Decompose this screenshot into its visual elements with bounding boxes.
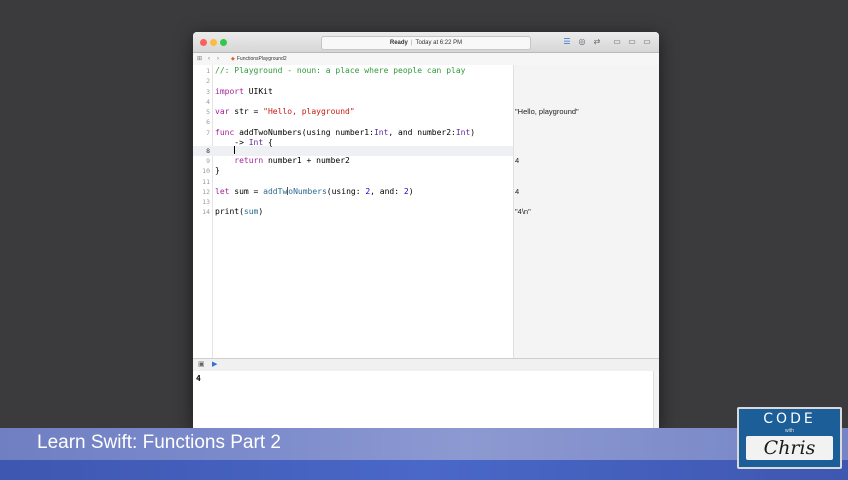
xcode-window: Ready | Today at 6:22 PM ☰ ◎ ⇄ ▭ ▭ ▭ ⊞ ‹ ›… — [193, 32, 659, 428]
assistant-editor-icon[interactable]: ◎ — [576, 37, 588, 47]
run-playground-icon[interactable]: ▶ — [212, 360, 217, 368]
code-text: , and: — [370, 186, 404, 196]
swift-file-icon: ◆ — [231, 56, 235, 62]
line-number: 12 — [202, 187, 210, 196]
line-number: 10 — [202, 167, 210, 176]
code-text: number1 + number2 — [263, 156, 350, 165]
code-text: ) — [258, 207, 264, 217]
logo-chris-text: Chris — [746, 436, 833, 460]
line-number: 1 — [206, 67, 210, 75]
close-window-button[interactable] — [200, 39, 207, 46]
result-value[interactable]: 4 — [515, 156, 519, 166]
line-number: 2 — [206, 77, 210, 86]
code-line-14[interactable]: print(sum) — [215, 207, 263, 217]
variable-ref: sum — [243, 207, 259, 217]
forward-icon[interactable]: › — [217, 53, 219, 65]
code-text: ) — [408, 186, 414, 196]
console-output[interactable]: 4 — [193, 371, 653, 428]
console-text: 4 — [196, 374, 201, 383]
result-value[interactable]: "Hello, playground" — [515, 107, 579, 117]
code-line-7[interactable]: func addTwoNumbers(using number1:Int, an… — [215, 128, 475, 138]
title-bar: Ready | Today at 6:22 PM ☰ ◎ ⇄ ▭ ▭ ▭ — [193, 32, 659, 53]
code-line-5[interactable]: var str = "Hello, playground" — [215, 107, 355, 117]
version-editor-icon[interactable]: ⇄ — [591, 37, 603, 47]
logo-code-text: CODE — [763, 411, 816, 427]
line-number: 13 — [202, 198, 210, 206]
status-timestamp: Today at 6:22 PM — [415, 40, 463, 46]
line-number: 8 — [206, 146, 210, 155]
line-number: 3 — [206, 87, 210, 96]
code-text: str = — [229, 107, 264, 116]
code-text: addTwoNumbers(using number1: — [234, 127, 374, 137]
hide-debug-area-icon[interactable]: ▣ — [198, 360, 205, 368]
line-number: 11 — [202, 177, 210, 186]
line-number: 5 — [206, 108, 210, 116]
code-text: (using: — [326, 186, 366, 196]
logo-with-text: with — [785, 428, 794, 434]
title-banner: Learn Swift: Functions Part 2 — [0, 428, 848, 460]
code-text: } — [215, 166, 220, 176]
activity-viewer: Ready | Today at 6:22 PM — [321, 36, 531, 50]
string-literal: "Hello, playground" — [263, 107, 355, 116]
back-icon[interactable]: ‹ — [208, 53, 210, 65]
standard-editor-icon[interactable]: ☰ — [561, 37, 573, 47]
code-text: { — [263, 137, 273, 147]
module-name: UIKit — [243, 86, 273, 96]
keyword: var — [215, 107, 230, 116]
function-call: print — [215, 207, 240, 217]
keyword: func — [215, 127, 235, 137]
related-items-icon[interactable]: ⊞ — [197, 53, 202, 65]
debug-bar: ▣ ▶ — [193, 358, 659, 372]
type-name: Int — [248, 137, 264, 147]
code-line-10[interactable]: } — [215, 166, 220, 176]
file-name: FunctionsPlayground2 — [236, 56, 287, 62]
jump-bar-file[interactable]: ◆ FunctionsPlayground2 — [231, 53, 287, 65]
line-number: 7 — [206, 128, 210, 137]
function-call: oNumbers — [288, 186, 327, 196]
debug-area-toggle-icon[interactable]: ▭ — [626, 37, 638, 47]
function-call: addTw — [263, 186, 288, 196]
status-separator: | — [410, 40, 413, 46]
console-scrollbar[interactable] — [653, 371, 659, 428]
line-number: 9 — [206, 157, 210, 165]
code-text: sum = — [229, 186, 264, 196]
type-name: Int — [373, 127, 389, 137]
line-number: 6 — [206, 118, 210, 127]
keyword: return — [234, 156, 264, 165]
type-name: Int — [455, 127, 471, 137]
navigator-toggle-icon[interactable]: ▭ — [611, 37, 623, 47]
utilities-toggle-icon[interactable]: ▭ — [641, 37, 653, 47]
text-cursor — [234, 145, 236, 154]
keyword: let — [215, 186, 230, 196]
code-text: ) — [470, 127, 476, 137]
zoom-window-button[interactable] — [220, 39, 227, 46]
minimize-window-button[interactable] — [210, 39, 217, 46]
code-line-1[interactable]: //: Playground - noun: a place where peo… — [215, 66, 465, 76]
code-text: , and number2: — [388, 127, 456, 137]
result-value[interactable]: 4 — [515, 187, 519, 197]
bottom-strip — [0, 460, 848, 480]
line-number: 4 — [206, 97, 210, 106]
banner-title: Learn Swift: Functions Part 2 — [37, 432, 281, 453]
code-line-3[interactable]: import UIKit — [215, 87, 273, 97]
code-line-9[interactable]: return number1 + number2 — [215, 156, 350, 166]
line-number: 14 — [202, 208, 210, 217]
code-line-12[interactable]: let sum = addTwoNumbers(using: 2, and: 2… — [215, 186, 414, 197]
code-line-8[interactable] — [215, 145, 236, 156]
comment: //: Playground - noun: a place where peo… — [215, 66, 466, 75]
keyword: import — [215, 86, 244, 96]
result-value[interactable]: "4\n" — [515, 207, 531, 217]
code-with-chris-logo: CODE with Chris — [737, 407, 842, 469]
source-editor[interactable]: 1 2 3 4 5 6 7 8 9 10 11 12 13 14 //: Pla… — [193, 65, 659, 358]
status-text: Ready — [389, 40, 408, 46]
